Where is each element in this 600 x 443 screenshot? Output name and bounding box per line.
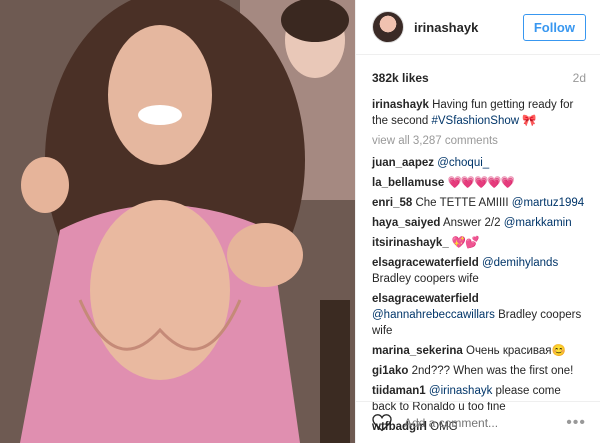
caption: irinashayk Having fun getting ready for … <box>372 97 586 129</box>
comment-row: marina_sekerina Очень красивая😊 <box>372 343 586 359</box>
caption-emoji: 🎀 <box>522 115 536 127</box>
more-options-icon[interactable]: ••• <box>566 414 586 432</box>
comment-text: Очень красивая <box>466 345 552 357</box>
likes-count[interactable]: 382k likes <box>372 71 429 85</box>
post-photo-image <box>0 0 355 443</box>
comment-row: enri_58 Che TETTE AMIIII @martuz1994 <box>372 195 586 211</box>
comment-text: 2nd??? When was the first one! <box>411 365 574 377</box>
comment-row: elsagracewaterfield @demihylands Bradley… <box>372 255 586 287</box>
post-sidebar: irinashayk Follow 382k likes 2d irinasha… <box>355 0 600 443</box>
comment-emoji: 💖💕 <box>451 237 480 249</box>
post-header: irinashayk Follow <box>356 0 600 55</box>
post-meta: 382k likes 2d <box>356 55 600 97</box>
comment-mention[interactable]: @irinashayk <box>429 385 492 397</box>
heart-icon[interactable] <box>372 413 392 432</box>
comment-username[interactable]: elsagracewaterfield <box>372 257 479 269</box>
view-all-comments-link[interactable]: view all 3,287 comments <box>372 133 586 149</box>
comment-username[interactable]: itsirinashayk_ <box>372 237 449 249</box>
comment-mention[interactable]: @markkamin <box>504 217 572 229</box>
comment-username[interactable]: haya_saiyed <box>372 217 440 229</box>
comment-row: itsirinashayk_ 💖💕 <box>372 235 586 251</box>
caption-hashtag[interactable]: #VSfashionShow <box>431 115 519 127</box>
comments-section: irinashayk Having fun getting ready for … <box>356 97 600 439</box>
header-username[interactable]: irinashayk <box>414 20 523 35</box>
comment-row: haya_saiyed Answer 2/2 @markkamin <box>372 215 586 231</box>
comment-mention[interactable]: @choqui_ <box>437 157 489 169</box>
comment-list: juan_aapez @choqui_ la_bellamuse 💗💗💗💗💗 enr… <box>372 155 586 435</box>
add-comment-input[interactable] <box>402 414 567 431</box>
follow-button[interactable]: Follow <box>522 13 586 41</box>
comment-text: Answer 2/2 <box>442 217 504 229</box>
post-photo[interactable] <box>0 0 355 443</box>
comment-row: juan_aapez @choqui_ <box>372 155 586 171</box>
comment-text: Bradley coopers wife <box>372 273 479 285</box>
comment-row: gi1ako 2nd??? When was the first one! <box>372 363 586 379</box>
avatar[interactable] <box>372 11 404 43</box>
comment-row: la_bellamuse 💗💗💗💗💗 <box>372 175 586 191</box>
comment-username[interactable]: tiidaman1 <box>372 385 426 397</box>
post-age[interactable]: 2d <box>573 71 586 85</box>
comment-mention[interactable]: @martuz1994 <box>512 197 584 209</box>
comment-username[interactable]: elsagracewaterfield <box>372 293 479 305</box>
instagram-post: irinashayk Follow 382k likes 2d irinasha… <box>0 0 600 443</box>
comment-emoji: 💗💗💗💗💗 <box>447 177 515 189</box>
comment-footer: ••• <box>356 401 600 443</box>
comment-username[interactable]: marina_sekerina <box>372 345 463 357</box>
comment-username[interactable]: enri_58 <box>372 197 412 209</box>
comment-username[interactable]: la_bellamuse <box>372 177 444 189</box>
comment-text: Che TETTE AMIIII <box>415 197 512 209</box>
comment-mention[interactable]: @demihylands <box>482 257 558 269</box>
caption-username[interactable]: irinashayk <box>372 99 429 111</box>
comment-username[interactable]: gi1ako <box>372 365 408 377</box>
comment-mention[interactable]: @hannahrebeccawillars <box>372 309 495 321</box>
comment-username[interactable]: juan_aapez <box>372 157 434 169</box>
comment-row: elsagracewaterfield @hannahrebeccawillar… <box>372 291 586 339</box>
comment-emoji: 😊 <box>551 345 565 357</box>
